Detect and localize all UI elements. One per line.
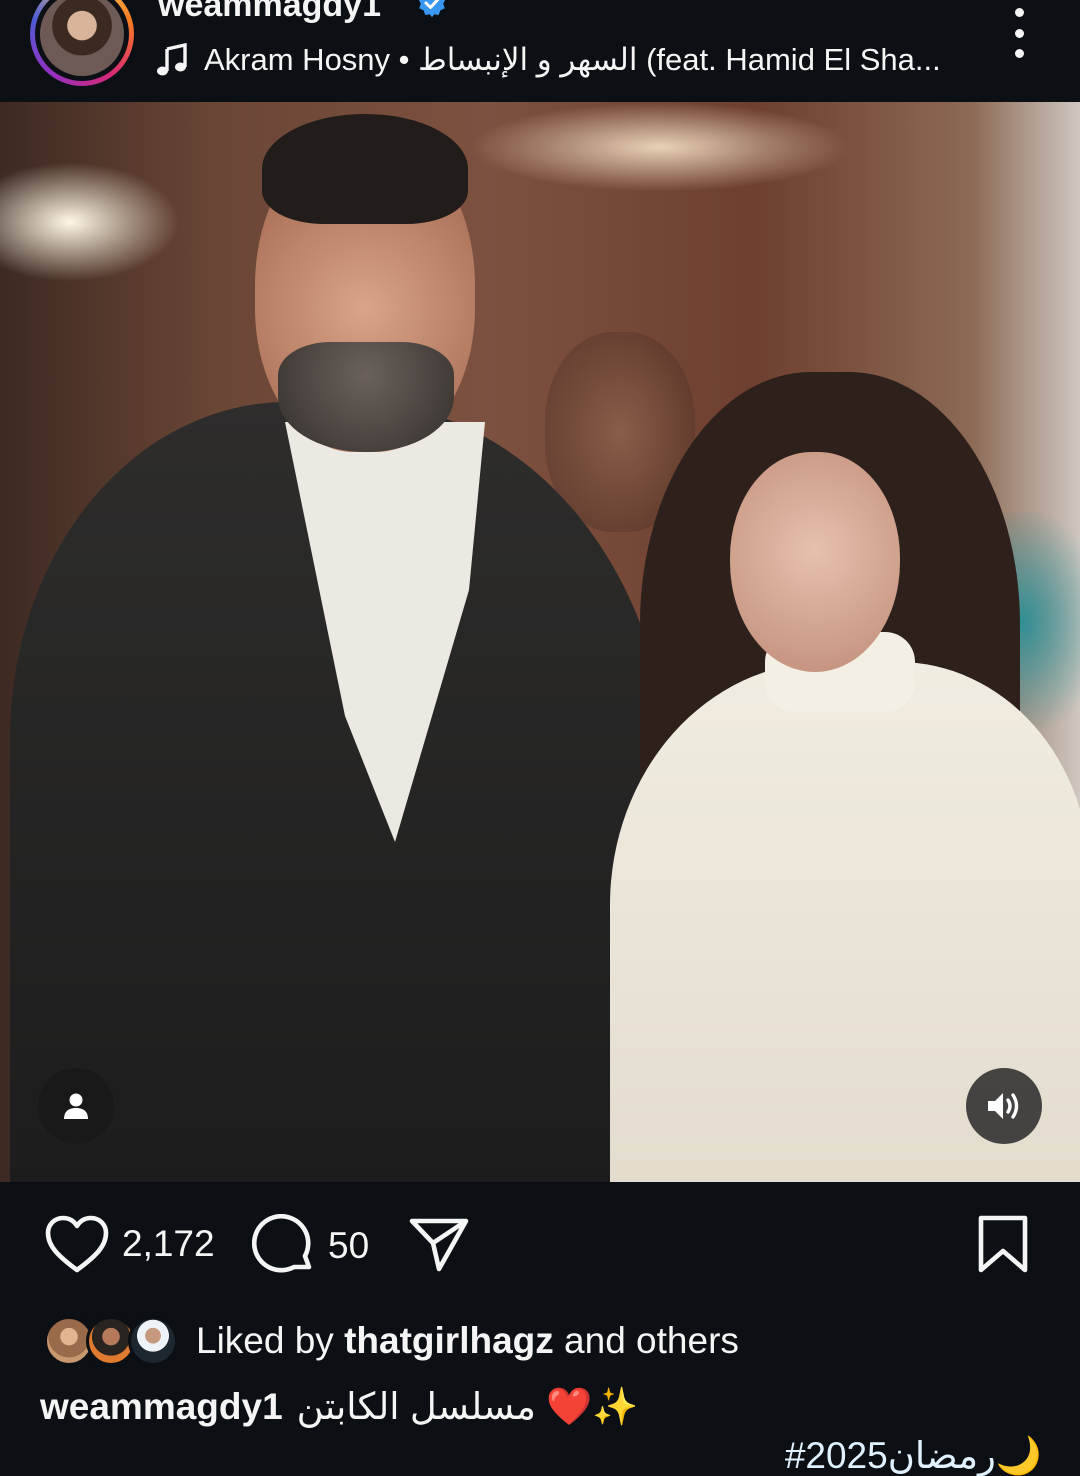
post-action-bar: 2,172 50 bbox=[0, 1182, 1080, 1312]
avatar-image bbox=[40, 0, 124, 76]
liked-by-text: Liked by thatgirlhagz and others bbox=[196, 1320, 739, 1362]
more-dot bbox=[1014, 49, 1024, 58]
verified-badge-icon bbox=[418, 0, 446, 18]
like-button[interactable]: 2,172 bbox=[44, 1214, 215, 1274]
liked-by-user-link[interactable]: thatgirlhagz bbox=[344, 1320, 554, 1361]
tagged-people-button[interactable] bbox=[38, 1068, 114, 1144]
liker-avatars bbox=[44, 1314, 178, 1368]
send-icon bbox=[409, 1218, 469, 1272]
post-header: weammagdy1 Akram Hosny • السهر و الإنبسا… bbox=[0, 0, 1080, 102]
man-beard bbox=[278, 342, 454, 452]
heart-icon bbox=[45, 1215, 109, 1273]
speaker-on-icon bbox=[988, 1093, 1019, 1119]
caption-username[interactable]: weammagdy1 bbox=[40, 1386, 283, 1428]
man-hair bbox=[262, 114, 468, 224]
background-chandelier bbox=[470, 102, 850, 192]
like-count[interactable]: 2,172 bbox=[122, 1223, 215, 1265]
liked-by-row[interactable]: Liked by thatgirlhagz and others bbox=[44, 1312, 739, 1370]
sound-toggle-button[interactable] bbox=[966, 1068, 1042, 1144]
person-tag-icon bbox=[64, 1093, 88, 1119]
post-photo[interactable] bbox=[0, 102, 1080, 1182]
avatar-inner bbox=[35, 0, 129, 81]
background-light bbox=[0, 162, 180, 282]
woman-face bbox=[730, 452, 900, 672]
bookmark-icon bbox=[978, 1215, 1028, 1273]
profile-avatar[interactable] bbox=[30, 0, 134, 86]
liked-by-prefix: Liked by bbox=[196, 1320, 345, 1361]
comment-count[interactable]: 50 bbox=[328, 1225, 369, 1267]
caption-hashtag[interactable]: #رمضان2025🌙 bbox=[785, 1434, 1042, 1476]
more-dot bbox=[1014, 28, 1024, 38]
post-caption: weammagdy1 مسلسل الكابتن ❤️✨ bbox=[40, 1380, 1040, 1434]
liked-by-others-link[interactable]: and others bbox=[554, 1320, 739, 1361]
share-button[interactable] bbox=[408, 1216, 470, 1274]
save-button[interactable] bbox=[976, 1214, 1030, 1274]
comment-bubble-icon bbox=[252, 1214, 312, 1273]
more-dot bbox=[1014, 8, 1024, 17]
caption-text: مسلسل الكابتن ❤️✨ bbox=[296, 1386, 639, 1427]
music-note-icon bbox=[157, 43, 187, 76]
music-track-label: Akram Hosny • السهر و الإنبساط (feat. Ha… bbox=[204, 42, 941, 77]
music-attribution[interactable]: Akram Hosny • السهر و الإنبساط (feat. Ha… bbox=[156, 40, 941, 80]
post-username[interactable]: weammagdy1 bbox=[158, 0, 381, 25]
more-vertical-icon[interactable] bbox=[1003, 8, 1035, 58]
liker-avatar bbox=[128, 1316, 178, 1366]
comment-button[interactable]: 50 bbox=[252, 1214, 369, 1278]
